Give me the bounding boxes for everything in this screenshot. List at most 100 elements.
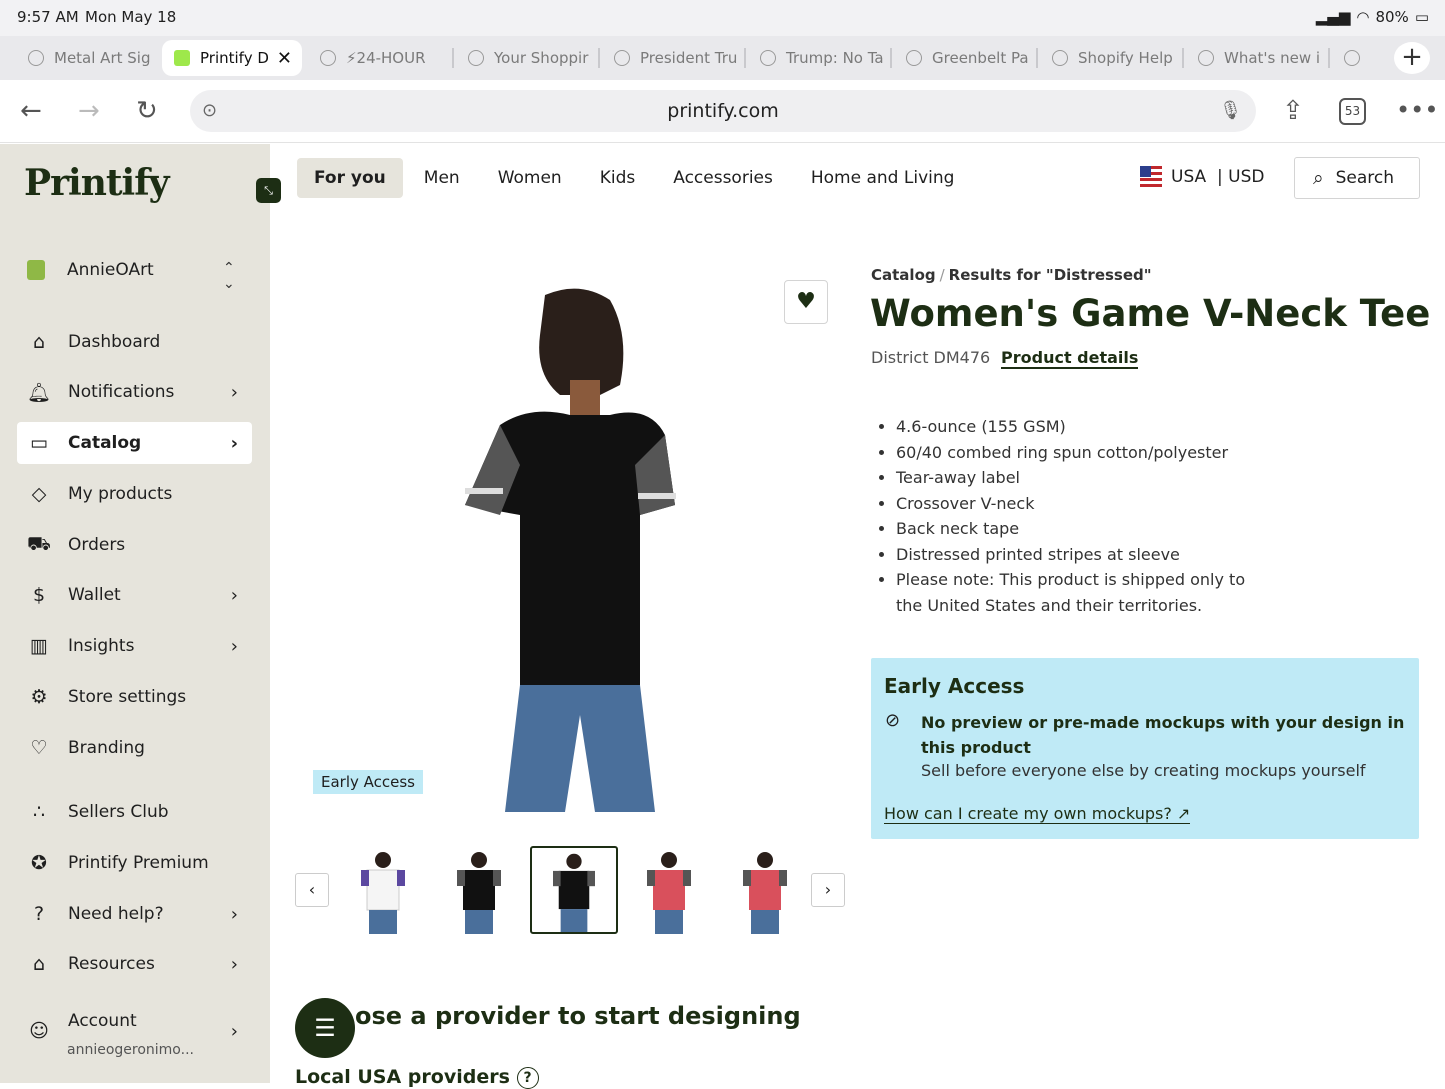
chevron-right-icon: › — [230, 584, 238, 606]
nav-men[interactable]: Men — [407, 158, 477, 198]
globe-icon — [760, 50, 776, 66]
thumbnail-black-front[interactable] — [435, 846, 523, 934]
sidebar-item-need-help[interactable]: ? Need help? › — [17, 893, 252, 935]
browser-tab[interactable]: Your Shoppir — [456, 40, 596, 76]
product-sku: District DM476 — [871, 348, 991, 367]
browser-tab-strip: Metal Art Sig Printify D ✕ ⚡24-HOUR Your … — [0, 36, 1445, 80]
globe-icon — [1052, 50, 1068, 66]
feature-item: Please note: This product is shipped onl… — [896, 567, 1256, 618]
globe-icon — [906, 50, 922, 66]
sidebar-item-wallet[interactable]: $ Wallet › — [17, 574, 252, 616]
feature-item: 60/40 combed ring spun cotton/polyester — [896, 440, 1256, 466]
search-button[interactable]: ⌕ Search — [1294, 157, 1420, 199]
browser-tab[interactable]: Metal Art Sig — [16, 40, 156, 76]
product-details-link[interactable]: Product details — [1001, 348, 1139, 369]
favorite-button[interactable]: ♥ — [784, 280, 828, 324]
sidebar-item-dashboard[interactable]: ⌂ Dashboard — [17, 321, 252, 363]
locale-selector[interactable]: USA | USD — [1140, 166, 1264, 188]
help-circle-icon[interactable]: ? — [516, 1066, 539, 1089]
browser-tab-active[interactable]: Printify D ✕ — [162, 40, 302, 76]
camera-search-icon[interactable]: ⊙ — [202, 90, 217, 132]
collapse-sidebar-button[interactable]: ⤡ — [256, 178, 281, 203]
sidebar-item-sellers-club[interactable]: ∴ Sellers Club — [17, 791, 252, 833]
search-icon: ⌕ — [1313, 167, 1324, 189]
clipboard-icon: ▭ — [30, 432, 48, 454]
sidebar-item-store-settings[interactable]: ⚙ Store settings — [17, 676, 252, 718]
globe-icon — [1344, 50, 1360, 66]
product-title: Women's Game V-Neck Tee — [870, 292, 1431, 335]
printify-logo[interactable]: Printify — [24, 162, 170, 204]
nav-women[interactable]: Women — [481, 158, 579, 198]
reload-icon[interactable]: ↻ — [136, 96, 158, 126]
browser-tab[interactable]: Shopify Help — [1040, 40, 1180, 76]
more-icon[interactable]: ••• — [1396, 96, 1438, 124]
no-mockup-icon: ⊘ — [885, 710, 901, 731]
nav-home-living[interactable]: Home and Living — [794, 158, 972, 198]
thumbnail-red-back[interactable] — [721, 846, 809, 934]
sidebar-item-my-products[interactable]: ◇ My products — [17, 473, 252, 515]
nav-accessories[interactable]: Accessories — [656, 158, 790, 198]
nav-kids[interactable]: Kids — [583, 158, 653, 198]
feature-item: Tear-away label — [896, 465, 1256, 491]
us-flag-icon — [1140, 166, 1162, 188]
breadcrumb-catalog[interactable]: Catalog — [871, 266, 936, 284]
browser-tab[interactable]: What's new i — [1186, 40, 1326, 76]
battery-percent: 80% — [1375, 8, 1409, 26]
breadcrumb-results[interactable]: Results for "Distressed" — [949, 266, 1152, 284]
status-date: Mon May 18 — [85, 8, 177, 26]
tab-count-button[interactable]: 53 — [1339, 98, 1366, 125]
store-switcher[interactable]: AnnieOArt ⌃ ⌄ — [27, 260, 235, 292]
thumbnail-red-front[interactable] — [625, 846, 713, 934]
ios-status-bar: 9:57 AM Mon May 18 ▂▄▆ ◠ 80% ▭ — [0, 0, 1445, 36]
help-icon: ? — [33, 903, 45, 925]
url-text: printify.com — [667, 100, 779, 122]
sidebar-item-branding[interactable]: ♡ Branding — [17, 727, 252, 769]
carousel-prev-button[interactable]: ‹ — [295, 873, 329, 907]
nav-for-you[interactable]: For you — [297, 158, 403, 198]
sidebar-item-printify-premium[interactable]: ✪ Printify Premium — [17, 842, 252, 884]
browser-tab[interactable]: ⚡24-HOUR — [308, 40, 448, 76]
feature-item: Crossover V-neck — [896, 491, 1256, 517]
category-nav: For you Men Women Kids Accessories Home … — [297, 157, 975, 199]
close-tab-icon[interactable]: ✕ — [277, 48, 292, 69]
early-access-tag: Early Access — [313, 770, 423, 794]
early-access-warning: No preview or pre-made mockups with your… — [921, 713, 1405, 757]
chat-button[interactable]: ☰ — [295, 998, 355, 1058]
signal-icon: ▂▄▆ — [1315, 8, 1351, 26]
chevron-right-icon: › — [230, 953, 238, 975]
browser-tab[interactable]: Trump: No Ta — [748, 40, 888, 76]
feature-list: 4.6-ounce (155 GSM) 60/40 combed ring sp… — [896, 414, 1256, 618]
sidebar-item-catalog[interactable]: ▭ Catalog › — [17, 422, 252, 464]
chevron-updown-icon: ⌃ ⌄ — [223, 260, 235, 292]
chevron-right-icon: › — [230, 635, 238, 657]
sidebar-item-notifications[interactable]: 🔔︎ Notifications › — [17, 371, 252, 413]
browser-tab[interactable]: Greenbelt Pa — [894, 40, 1034, 76]
forward-icon[interactable]: → — [78, 96, 100, 126]
sidebar-item-orders[interactable]: ⛟ Orders — [17, 524, 252, 566]
browser-toolbar: ← → ↻ ⊙ printify.com 🎙 ⇪ 53 ••• — [0, 80, 1445, 143]
create-mockups-link[interactable]: How can I create my own mockups? ↗ — [884, 804, 1191, 824]
browser-tab[interactable] — [1332, 40, 1372, 76]
microphone-icon[interactable]: 🎙 — [1219, 90, 1242, 132]
early-access-title: Early Access — [884, 674, 1025, 698]
feature-item: Back neck tape — [896, 516, 1256, 542]
sidebar-item-insights[interactable]: ▥ Insights › — [17, 625, 252, 667]
thumbnail-black-back-selected[interactable] — [530, 846, 618, 934]
back-icon[interactable]: ← — [20, 96, 42, 126]
battery-icon: ▭ — [1414, 8, 1429, 26]
provider-heading: ose a provider to start designing — [355, 1002, 801, 1030]
local-providers-heading: Local USA providers ? — [295, 1066, 539, 1089]
chevron-right-icon: › — [230, 1020, 238, 1042]
share-icon[interactable]: ⇪ — [1282, 96, 1304, 126]
sidebar-item-resources[interactable]: ⌂ Resources › — [17, 943, 252, 985]
feature-item: 4.6-ounce (155 GSM) — [896, 414, 1256, 440]
account-email: annieogeronimo... — [67, 1042, 194, 1058]
carousel-next-button[interactable]: › — [811, 873, 845, 907]
thumbnail-white-purple[interactable] — [339, 846, 427, 934]
new-tab-button[interactable]: + — [1394, 42, 1430, 74]
heart-icon: ♡ — [30, 737, 48, 759]
chevron-right-icon: › — [230, 432, 238, 454]
address-bar[interactable]: ⊙ printify.com 🎙 — [190, 90, 1256, 132]
browser-tab[interactable]: President Tru — [602, 40, 742, 76]
globe-icon — [28, 50, 44, 66]
